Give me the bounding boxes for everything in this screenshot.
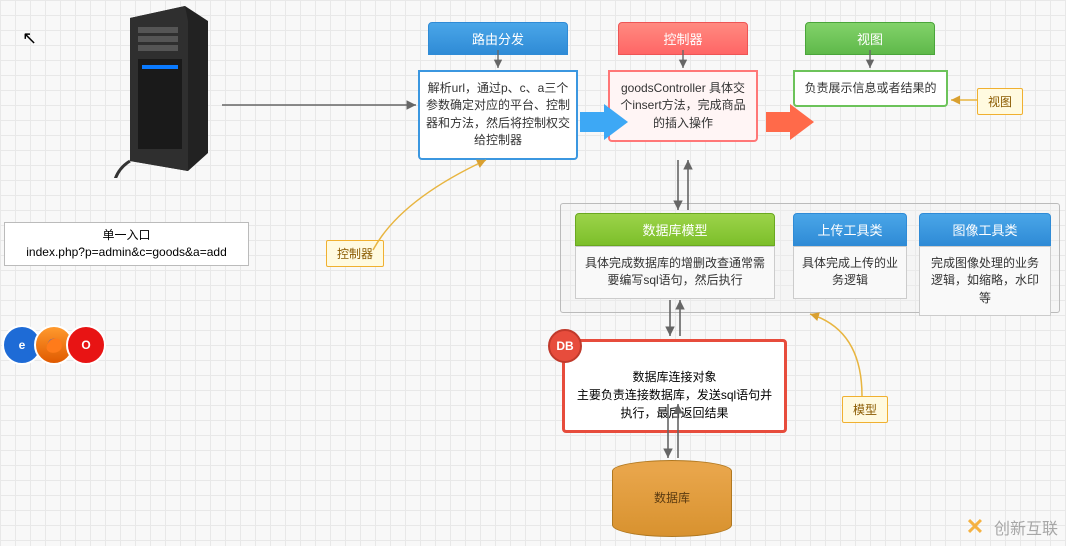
upload-title: 上传工具类 [793,213,907,246]
router-node: 路由分发 [428,22,568,55]
opera-icon: O [66,325,106,365]
arrow-controller-to-view [790,104,814,140]
view-title: 视图 [805,22,935,55]
database-cylinder: 数据库 [612,460,732,537]
browser-icons: e O [10,325,106,365]
db-connection-node: 数据库连接对象 主要负责连接数据库，发送sql语句并执行，最后返回结果 [562,339,787,433]
entry-url: index.php?p=admin&c=goods&a=add [11,244,242,261]
upload-node: 上传工具类 具体完成上传的业务逻辑 [793,213,907,299]
router-body: 解析url，通过p、c、a三个参数确定对应的平台、控制器和方法，然后将控制权交给… [418,70,578,160]
image-body: 完成图像处理的业务逻辑，如缩略，水印等 [919,246,1051,316]
label-view: 视图 [977,88,1023,115]
view-node: 视图 [805,22,935,55]
entry-point-box: 单一入口 index.php?p=admin&c=goods&a=add [4,222,249,266]
cursor-icon: ↖ [22,28,37,49]
router-title: 路由分发 [428,22,568,55]
controller-title: 控制器 [618,22,748,55]
controller-node: 控制器 [618,22,748,55]
image-title: 图像工具类 [919,213,1051,246]
model-title: 数据库模型 [575,213,775,246]
label-controller: 控制器 [326,240,384,267]
model-body: 具体完成数据库的增删改查通常需要编写sql语句，然后执行 [575,246,775,299]
controller-body-node: goodsController 具体交个insert方法，完成商品的插入操作 [608,70,758,142]
image-node: 图像工具类 完成图像处理的业务逻辑，如缩略，水印等 [919,213,1051,316]
view-body: 负责展示信息或者结果的 [793,70,948,107]
cylinder-label: 数据库 [654,491,690,505]
view-body-node: 负责展示信息或者结果的 [793,70,948,107]
watermark-icon: ✕ [962,514,988,540]
watermark: ✕ 创新互联 [962,514,1058,540]
arrow-router-to-controller [604,104,628,140]
db-badge: DB [548,329,582,363]
db-body: 数据库连接对象 主要负责连接数据库，发送sql语句并执行，最后返回结果 [577,370,772,420]
server-icon [110,3,220,178]
label-model: 模型 [842,396,888,423]
router-body-node: 解析url，通过p、c、a三个参数确定对应的平台、控制器和方法，然后将控制权交给… [418,70,578,160]
upload-body: 具体完成上传的业务逻辑 [793,246,907,299]
entry-title: 单一入口 [11,227,242,244]
model-node: 数据库模型 具体完成数据库的增删改查通常需要编写sql语句，然后执行 [575,213,775,299]
watermark-text: 创新互联 [994,515,1058,539]
controller-body: goodsController 具体交个insert方法，完成商品的插入操作 [608,70,758,142]
